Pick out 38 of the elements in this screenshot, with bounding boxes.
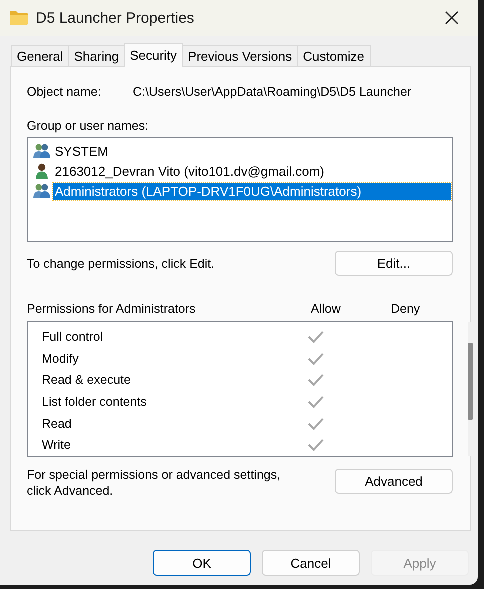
permission-name: Read & execute [42, 373, 132, 388]
dialog-button[interactable]: Cancel [262, 550, 360, 576]
scrollbar[interactable] [468, 322, 473, 456]
permission-name: Read [42, 416, 73, 431]
users-icon [33, 183, 51, 199]
tab[interactable]: Sharing [68, 45, 126, 66]
scrollbar-thumb[interactable] [468, 343, 473, 420]
permission-name: Modify [42, 352, 80, 366]
field-label: Object name: [27, 85, 102, 99]
hint-text: To change permissions, click Edit. [27, 256, 215, 270]
ok-button[interactable]: OK [153, 550, 251, 576]
tab[interactable]: Customize [297, 45, 371, 66]
permission-name: Write [42, 438, 72, 452]
edit-button[interactable]: Edit... [335, 251, 453, 276]
tab[interactable]: General [11, 45, 70, 66]
check-icon[interactable] [308, 418, 324, 430]
user-icon [33, 163, 51, 179]
check-icon[interactable] [308, 352, 324, 364]
hint-text: For special permissions or advanced settings, click Advanced. [27, 467, 282, 499]
object-path: C:\Users\User\AppData\Roaming\D5\D5 Launcher [133, 85, 412, 99]
advanced-button[interactable]: Advanced [335, 469, 453, 494]
users-icon [33, 143, 51, 159]
permission-name: List folder contents [42, 394, 148, 409]
check-icon[interactable] [308, 374, 324, 386]
window-title: D5 Launcher Properties [36, 10, 196, 26]
permission-name: Full control [42, 330, 104, 344]
check-icon[interactable] [308, 396, 324, 408]
column-header: Allow [311, 302, 342, 316]
check-icon[interactable] [308, 330, 324, 343]
list-item[interactable]: 2163012_Devran Vito (vito101.dv@gmail.com) [53, 162, 326, 180]
folder-icon [10, 11, 28, 25]
list-label: Group or user names: [27, 119, 150, 133]
tab[interactable]: Security [124, 43, 184, 67]
list-label: Permissions for Administrators [27, 302, 197, 316]
list-item[interactable]: Administrators (LAPTOP-DRV1F0UG\Administrators) [53, 182, 451, 200]
column-header: Deny [391, 302, 422, 316]
check-icon[interactable] [308, 439, 324, 452]
list-item[interactable]: SYSTEM [53, 142, 110, 160]
